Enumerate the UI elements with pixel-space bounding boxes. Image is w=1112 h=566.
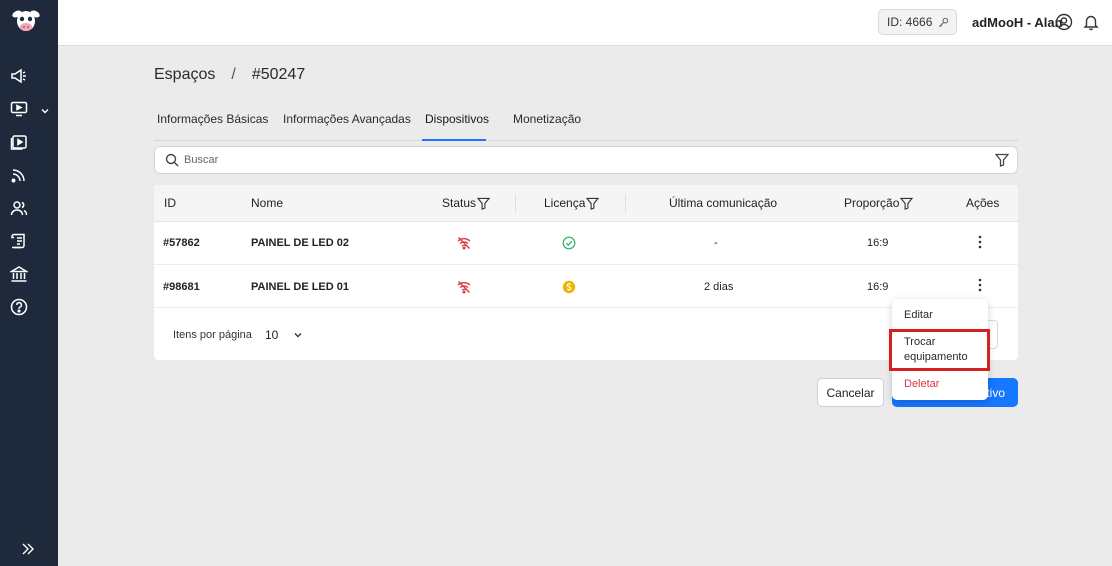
tab-informacoes-avancadas[interactable]: Informações Avançadas [283,112,411,126]
tab-monetizacao[interactable]: Monetização [513,112,581,126]
users-icon[interactable] [10,199,28,217]
highlight-box [889,329,990,371]
aspect-ratio: 16:9 [867,237,889,249]
check-circle-icon [562,236,576,250]
column-header-id: ID [164,196,176,210]
key-icon [939,17,949,27]
license-filter-icon[interactable] [586,197,600,210]
expand-sidebar-icon[interactable] [20,541,36,557]
sidebar [0,0,58,566]
user-avatar-icon[interactable] [1055,13,1073,31]
breadcrumb-root[interactable]: Espaços [154,66,215,84]
account-id-label: ID: 4666 [887,15,933,29]
breadcrumb-separator: / [231,66,236,83]
cow-logo-icon[interactable] [11,8,41,34]
menu-item-deletar[interactable]: Deletar [904,377,939,392]
table-row[interactable]: #98681 PAINEL DE LED 01 2 dias 16:9 [154,265,1018,308]
search-input[interactable] [184,151,964,169]
menu-item-editar[interactable]: Editar [904,308,933,323]
account-id-chip[interactable]: ID: 4666 [878,9,957,35]
device-id: #98681 [163,281,200,293]
column-header-proporcao: Proporção [844,196,914,210]
filter-icon[interactable] [995,153,1009,167]
wifi-off-icon [457,237,471,250]
column-header-nome: Nome [251,196,284,210]
user-name[interactable]: adMooH - Alan [972,15,1063,30]
document-icon[interactable] [10,232,28,250]
last-communication: 2 dias [704,281,734,293]
top-bar: ID: 4666 adMooH - Alan [58,0,1112,46]
breadcrumb-current: #50247 [251,66,306,83]
table-header: ID Nome Status Licença Última comunicaçã… [154,185,1018,222]
more-actions-icon[interactable] [977,235,983,249]
search-bar [154,146,1018,174]
column-header-ultima-comunicacao: Última comunicação [669,196,778,210]
device-id: #57862 [163,237,200,249]
aspect-ratio: 16:9 [867,281,889,293]
items-per-page-select[interactable]: 10 [265,328,278,342]
ratio-filter-icon[interactable] [900,197,914,210]
dollar-coin-icon [562,280,576,294]
tab-informacoes-basicas[interactable]: Informações Básicas [157,112,268,126]
search-icon [165,153,179,167]
wifi-off-icon [457,281,471,294]
status-filter-icon[interactable] [477,197,491,210]
device-name: PAINEL DE LED 02 [251,237,350,249]
column-divider [625,194,626,213]
cancel-button[interactable]: Cancelar [817,378,884,407]
help-icon[interactable] [10,298,28,316]
column-header-acoes: Ações [966,196,1000,210]
column-header-licenca: Licença [544,196,600,210]
column-divider [515,194,516,213]
breadcrumb: Espaços / #50247 [154,66,305,84]
bell-icon[interactable] [1082,13,1100,31]
table-row[interactable]: #57862 PAINEL DE LED 02 - 16:9 [154,222,1018,265]
last-communication: - [714,237,718,249]
play-media-icon[interactable] [10,133,28,151]
tab-dispositivos[interactable]: Dispositivos [425,112,489,126]
column-header-status: Status [442,196,491,210]
screen-icon[interactable] [10,100,28,118]
items-per-page-label: Itens por página [173,329,252,341]
feed-icon[interactable] [10,166,28,184]
active-tab-indicator [422,139,486,141]
megaphone-icon[interactable] [10,67,28,85]
chevron-down-icon[interactable] [40,103,50,114]
bank-icon[interactable] [10,265,28,283]
device-name: PAINEL DE LED 01 [251,281,350,293]
more-actions-icon[interactable] [977,278,983,292]
tab-bar: Informações Básicas Informações Avançada… [154,104,1018,141]
chevron-down-icon[interactable] [293,330,303,340]
